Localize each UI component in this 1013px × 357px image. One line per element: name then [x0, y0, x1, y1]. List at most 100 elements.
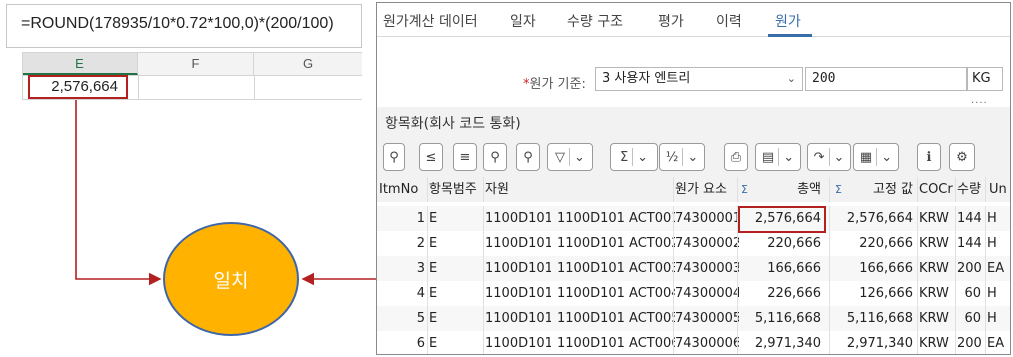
filter-icon[interactable]: ▽ ⌄ — [547, 143, 593, 171]
tab-history[interactable]: 이력 — [716, 11, 742, 31]
table-cell: 1100D101 ACT006 — [557, 336, 675, 351]
column-separator — [829, 331, 830, 354]
unit-field[interactable]: KG — [967, 67, 1003, 91]
table-cell: 1100D101 — [485, 311, 551, 326]
table-cell: 1100D101 — [485, 236, 551, 251]
selected-cell-e[interactable]: 2,576,664 — [28, 75, 128, 99]
layout-icon[interactable]: ▦ ⌄ — [853, 143, 899, 171]
column-separator — [427, 177, 428, 202]
column-separator — [427, 206, 428, 231]
column-separator — [737, 231, 738, 256]
tab-qty-structure[interactable]: 수량 구조 — [567, 11, 623, 31]
column-separator — [955, 206, 956, 231]
table-row[interactable]: 5 E 1100D101 1100D101 ACT005 74300005 5,116,6… — [377, 306, 1010, 331]
table-row[interactable]: 4 E 1100D101 1100D101 ACT004 74300004 226,666… — [377, 281, 1010, 306]
search-icon[interactable]: ⚲ — [483, 143, 507, 171]
column-separator — [917, 331, 918, 354]
zoom-icon[interactable]: ⚲ — [383, 143, 405, 171]
table-cell: 1100D101 — [485, 211, 551, 226]
sum-icon[interactable]: Σ ⌄ — [610, 143, 658, 171]
sort-descending-icon[interactable]: ≡ — [453, 143, 477, 171]
table-cell: 1100D101 ACT001 — [557, 211, 675, 226]
table-cell: 60 — [964, 286, 981, 301]
settings-icon[interactable]: ⚙ — [949, 143, 975, 171]
table-cell: 5,116,668 — [754, 311, 821, 326]
table-cell: H — [987, 236, 997, 251]
table-cell: 1100D101 — [485, 336, 551, 351]
table-cell: 2,971,340 — [754, 336, 821, 351]
table-cell: 200 — [957, 336, 981, 351]
grid-line — [254, 76, 255, 100]
table-cell: 1100D101 — [485, 261, 551, 276]
info-icon[interactable]: ℹ — [917, 143, 941, 171]
header-itmno[interactable]: ItmNo — [379, 177, 425, 202]
tab-costing-data[interactable]: 원가계산 데이터 — [383, 11, 478, 31]
column-header-e[interactable]: E — [22, 53, 138, 75]
column-separator — [955, 177, 956, 202]
table-cell: H — [987, 211, 997, 226]
header-resource[interactable]: 자원 — [485, 177, 605, 202]
column-header-f[interactable]: F — [138, 53, 254, 75]
section-title: 항목화(회사 코드 통화) — [385, 116, 521, 132]
export-icon[interactable]: ▤ ⌄ — [755, 143, 801, 171]
formula-bar[interactable]: =ROUND(178935/10*0.72*100,0)*(200/100) — [6, 4, 362, 48]
table-cell: 74300006 — [675, 336, 739, 351]
highlight-box — [738, 206, 826, 233]
search-next-icon[interactable]: ⚲ — [516, 143, 540, 171]
header-unit[interactable]: Un — [989, 177, 1010, 202]
subtotal-icon[interactable]: ½ ⌄ — [659, 143, 705, 171]
tab-costs[interactable]: 원가 — [775, 11, 801, 31]
column-separator — [917, 177, 918, 202]
table-cell: E — [429, 286, 438, 301]
column-separator — [955, 256, 956, 281]
table-cell: 1100D101 ACT003 — [557, 261, 675, 276]
column-separator — [673, 206, 674, 231]
table-cell: 1100D101 ACT002 — [557, 236, 675, 251]
column-separator — [673, 331, 674, 354]
table-row[interactable]: 6 E 1100D101 1100D101 ACT006 74300006 2,971,3… — [377, 331, 1010, 354]
table-cell: E — [429, 236, 438, 251]
header-cost-element[interactable]: 원가 요소 — [675, 177, 739, 202]
table-cell: 1100D101 — [485, 286, 551, 301]
column-separator — [427, 281, 428, 306]
column-separator — [985, 231, 986, 256]
header-item-category[interactable]: 항목범주 — [429, 177, 481, 202]
table-cell: 126,666 — [859, 286, 913, 301]
quantity-field[interactable]: 200 — [805, 67, 967, 91]
header-quantity[interactable]: 수량 — [957, 177, 985, 202]
table-cell: E — [429, 336, 438, 351]
table-cell: 226,666 — [767, 286, 821, 301]
column-separator — [483, 177, 484, 202]
header-currency[interactable]: COCr — [919, 177, 957, 202]
column-separator — [673, 256, 674, 281]
column-separator — [427, 256, 428, 281]
sort-ascending-icon[interactable]: ≤ — [419, 143, 443, 171]
send-icon[interactable]: ↷ ⌄ — [807, 143, 851, 171]
table-cell: 2,971,340 — [846, 336, 913, 351]
cost-basis-select[interactable]: 3 사용자 엔트리 ⌄ — [595, 67, 803, 91]
column-separator — [737, 306, 738, 331]
table-cell: 60 — [964, 311, 981, 326]
column-header-g[interactable]: G — [254, 53, 362, 75]
spreadsheet-row: 2,576,664 — [22, 75, 362, 100]
table-cell: 1100D101 ACT005 — [557, 311, 675, 326]
column-separator — [483, 281, 484, 306]
tab-dates[interactable]: 일자 — [510, 11, 536, 31]
column-separator — [737, 177, 738, 202]
column-separator — [829, 231, 830, 256]
table-cell: 144 — [957, 211, 981, 226]
table-row[interactable]: 1 E 1100D101 1100D101 ACT001 74300001 2,576,6… — [377, 206, 1010, 231]
excel-to-circle-connector — [75, 100, 162, 286]
table-cell: 144 — [957, 236, 981, 251]
table-cell: 220,666 — [767, 236, 821, 251]
table-cell: E — [429, 261, 438, 276]
tab-valuation[interactable]: 평가 — [658, 11, 684, 31]
table-cell: 5 — [416, 311, 425, 326]
column-separator — [955, 306, 956, 331]
print-icon[interactable]: ⎙ — [724, 143, 748, 171]
table-row[interactable]: 3 E 1100D101 1100D101 ACT003 74300003 166,666… — [377, 256, 1010, 281]
column-separator — [955, 231, 956, 256]
more-icon[interactable]: .... — [971, 95, 988, 106]
table-row[interactable]: 2 E 1100D101 1100D101 ACT002 74300002 220,666… — [377, 231, 1010, 256]
cost-basis-form: *원가 기준: 3 사용자 엔트리 ⌄ 200 KG .... — [377, 37, 1010, 107]
